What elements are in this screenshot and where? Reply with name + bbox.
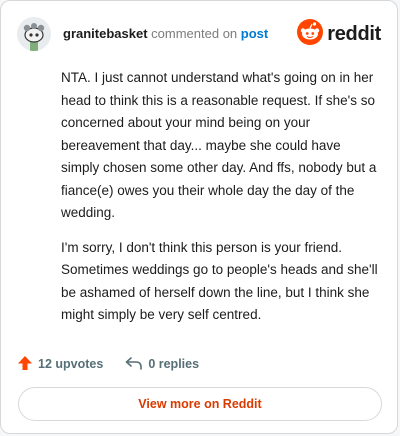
comment-paragraph: I'm sorry, I don't think this person is … xyxy=(61,239,378,323)
comment-actions: 12 upvotes 0 replies xyxy=(17,353,221,375)
reply-count: 0 replies xyxy=(148,357,200,371)
comment-paragraph: NTA. I just cannot understand what's goi… xyxy=(61,70,377,220)
reply-button[interactable]: 0 replies xyxy=(125,355,199,374)
reply-arrow-icon xyxy=(125,355,148,374)
embedded-comment-card: granitebasket commented on post reddit N… xyxy=(0,0,398,434)
reddit-logo-icon xyxy=(297,18,324,50)
reddit-logo-text: reddit xyxy=(327,22,381,45)
upvote-arrow-icon xyxy=(17,355,38,374)
post-link[interactable]: post xyxy=(241,26,268,41)
action-text: commented on xyxy=(151,26,238,41)
upvote-count: 12 upvotes xyxy=(38,357,104,371)
comment-header: granitebasket commented on post reddit xyxy=(17,17,381,51)
reddit-logo[interactable]: reddit xyxy=(297,18,381,50)
username-link[interactable]: granitebasket xyxy=(63,26,148,41)
user-avatar-icon[interactable] xyxy=(17,17,51,51)
comment-meta: granitebasket commented on post xyxy=(63,26,268,42)
comment-body: NTA. I just cannot understand what's goi… xyxy=(61,67,379,339)
upvote-button[interactable]: 12 upvotes xyxy=(17,355,103,374)
view-more-button[interactable]: View more on Reddit xyxy=(18,387,382,421)
